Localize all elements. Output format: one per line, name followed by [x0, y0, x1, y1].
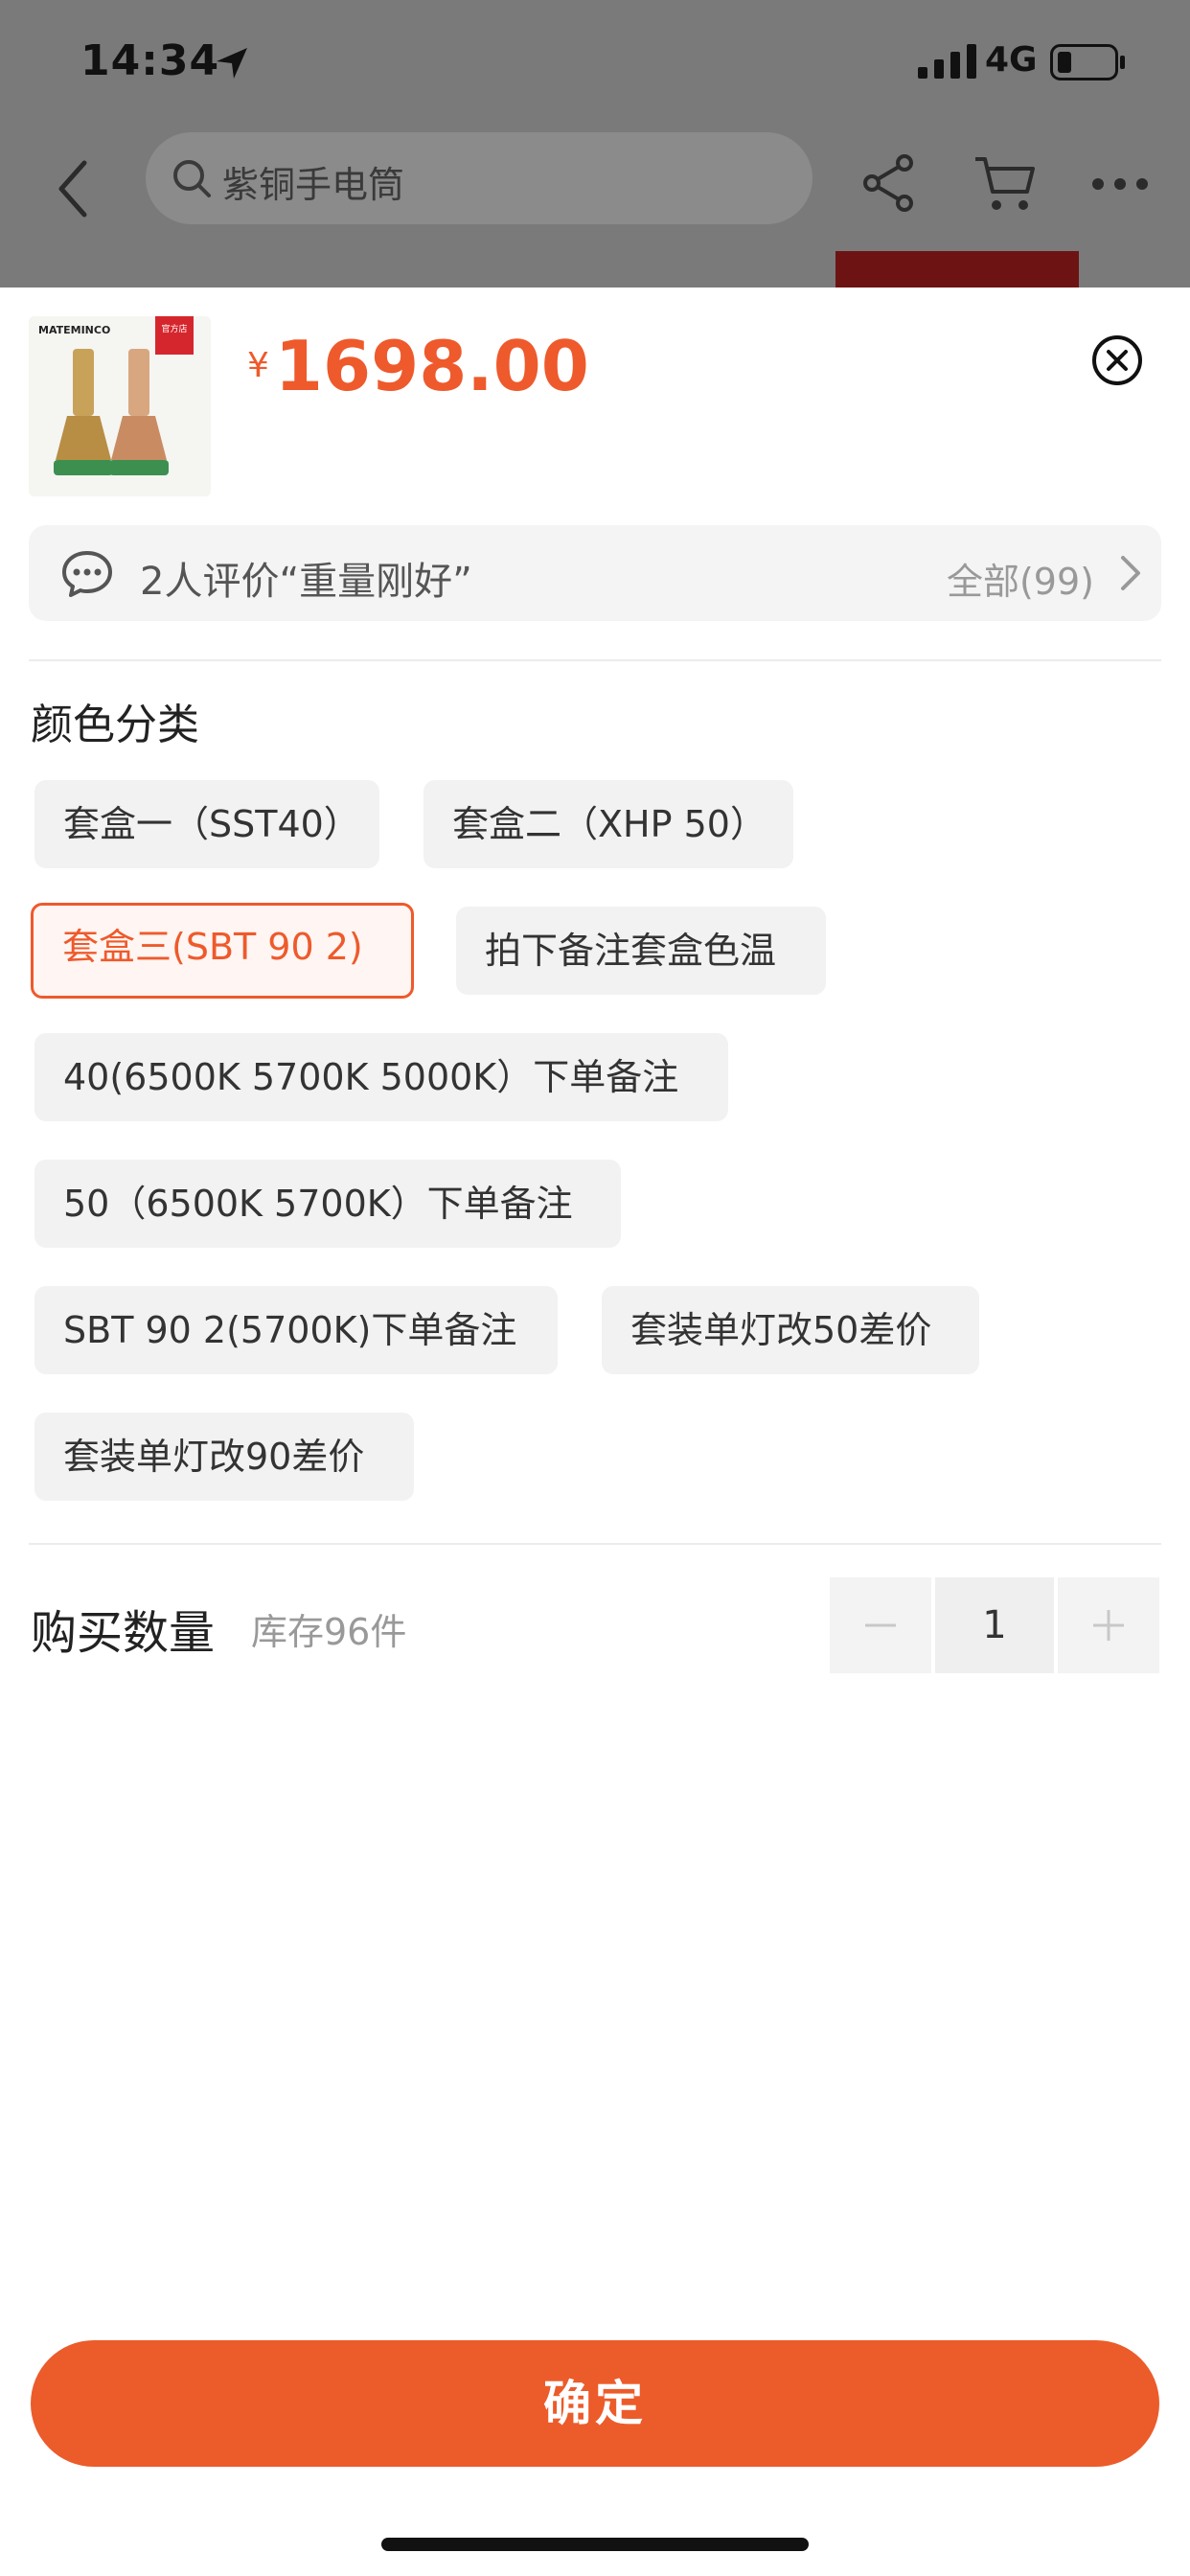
review-all-link[interactable]: 全部(99) — [947, 552, 1094, 605]
flashlight-image: 官方店 MATEMINCO — [29, 316, 211, 496]
sku-option[interactable]: 40(6500K 5700K 5000K）下单备注 — [34, 1033, 728, 1121]
divider — [29, 1543, 1161, 1545]
battery-icon — [1050, 44, 1125, 80]
background-banner — [835, 251, 1079, 288]
color-section-title: 颜色分类 — [31, 701, 199, 749]
confirm-button[interactable]: 确定 — [31, 2340, 1159, 2467]
brand-logo: MATEMINCO — [38, 324, 110, 336]
increase-button[interactable] — [1058, 1577, 1159, 1673]
status-bar: 14:34 4G — [0, 0, 1190, 126]
more-dots-icon[interactable] — [1090, 174, 1150, 194]
sku-option[interactable]: 拍下备注套盒色温 — [456, 907, 826, 995]
chat-bubble-icon — [62, 551, 112, 597]
quantity-value[interactable]: 1 — [935, 1577, 1054, 1673]
price-value: 1698.00 — [274, 326, 589, 406]
sku-option[interactable]: 套盒一（SST40） — [34, 780, 379, 868]
status-time: 14:34 — [80, 36, 220, 85]
review-summary[interactable]: 2人评价“重量刚好” 全部(99) — [29, 525, 1161, 621]
quantity-stepper: 1 — [830, 1577, 1159, 1673]
sku-sheet: 官方店 MATEMINCO ¥1698.00 2人评价“重量刚好” 全部(99) — [0, 288, 1190, 2576]
sku-option[interactable]: 套装单灯改90差价 — [34, 1413, 414, 1501]
share-icon[interactable] — [860, 153, 918, 213]
sku-option[interactable]: SBT 90 2(5700K)下单备注 — [34, 1286, 558, 1374]
sku-option[interactable]: 套装单灯改50差价 — [602, 1286, 979, 1374]
product-price: ¥1698.00 — [247, 326, 589, 406]
quantity-label: 购买数量 — [31, 1606, 216, 1660]
search-text: 紫铜手电筒 — [222, 164, 405, 206]
cellular-signal-icon — [918, 44, 976, 79]
currency-symbol: ¥ — [247, 346, 269, 385]
chevron-right-icon — [1121, 556, 1140, 590]
product-navbar: 紫铜手电筒 — [0, 126, 1190, 251]
minus-icon — [865, 1623, 896, 1627]
stock-count: 库存96件 — [251, 1611, 407, 1653]
plus-icon — [1093, 1610, 1124, 1641]
decrease-button[interactable] — [830, 1577, 931, 1673]
product-thumbnail: 官方店 MATEMINCO — [29, 316, 211, 496]
sku-option[interactable]: 50（6500K 5700K）下单备注 — [34, 1160, 621, 1248]
search-icon — [173, 160, 211, 197]
home-indicator — [381, 2538, 809, 2551]
sku-option-selected[interactable]: 套盒三(SBT 90 2) — [31, 903, 414, 999]
cart-icon[interactable] — [973, 153, 1037, 213]
back-arrow-icon[interactable] — [50, 155, 96, 222]
network-type: 4G — [985, 40, 1038, 80]
divider — [29, 659, 1161, 661]
close-icon[interactable] — [1090, 334, 1144, 387]
location-arrow-icon — [217, 48, 247, 79]
search-bar[interactable]: 紫铜手电筒 — [146, 132, 812, 224]
sku-option[interactable]: 套盒二（XHP 50） — [423, 780, 793, 868]
store-badge: 官方店 — [161, 323, 187, 334]
review-text: 2人评价“重量刚好” — [140, 560, 472, 604]
